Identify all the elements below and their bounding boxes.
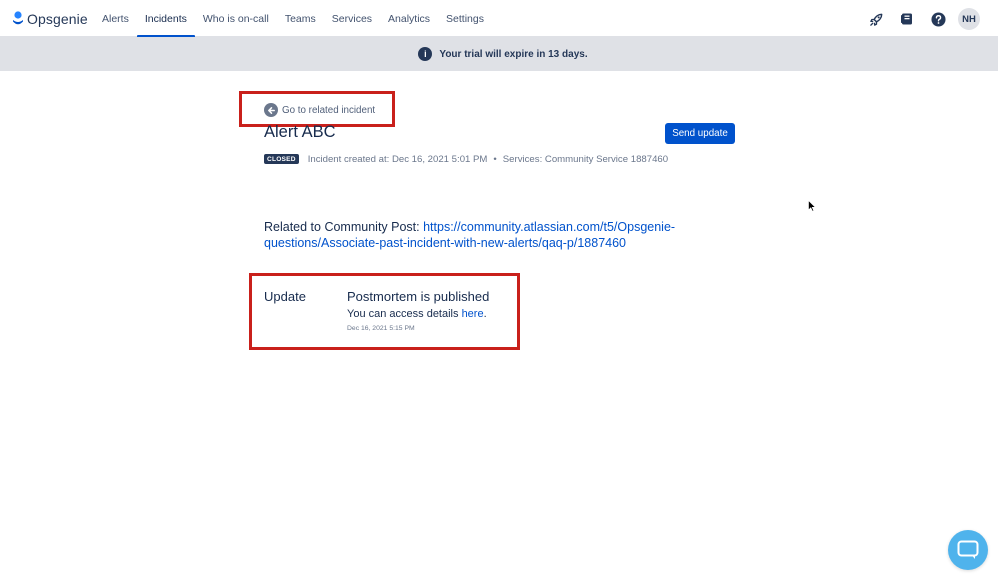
incident-meta: CLOSED Incident created at: Dec 16, 2021… xyxy=(264,153,668,165)
go-to-related-incident-link[interactable]: Go to related incident xyxy=(264,102,375,118)
update-timestamp: Dec 16, 2021 5:15 PM xyxy=(347,325,415,332)
nav-item-settings[interactable]: Settings xyxy=(438,0,492,37)
nav-item-label: Settings xyxy=(446,12,484,25)
incident-description: Related to Community Post: https://commu… xyxy=(264,219,684,251)
meta-separator: • xyxy=(493,153,497,165)
opsgenie-logo-icon xyxy=(13,11,23,25)
arrow-left-icon xyxy=(264,103,278,117)
nav-item-incidents[interactable]: Incidents xyxy=(136,0,195,38)
status-badge: CLOSED xyxy=(264,154,299,164)
nav-item-analytics[interactable]: Analytics xyxy=(380,0,438,37)
related-prefix: Related to Community Post: xyxy=(264,220,424,234)
trial-banner: i Your trial will expire in 13 days. xyxy=(0,37,998,71)
book-icon[interactable] xyxy=(896,8,918,30)
send-update-button[interactable]: Send update xyxy=(665,123,735,144)
chat-widget-button[interactable] xyxy=(948,530,988,570)
incident-title: Alert ABC xyxy=(264,123,336,141)
services-text[interactable]: Services: Community Service 1887460 xyxy=(503,154,668,165)
update-title: Postmortem is published xyxy=(347,289,490,304)
nav-item-who-is-on-call[interactable]: Who is on-call xyxy=(195,0,277,37)
created-at-text: Incident created at: Dec 16, 2021 5:01 P… xyxy=(307,153,488,165)
nav-item-teams[interactable]: Teams xyxy=(277,0,324,37)
nav-right-actions: NH xyxy=(865,7,980,31)
help-icon[interactable] xyxy=(927,8,949,30)
update-section-label: Update xyxy=(264,289,306,304)
banner-text: Your trial will expire in 13 days. xyxy=(439,48,588,60)
rocket-icon[interactable] xyxy=(865,8,887,30)
nav-item-label: Who is on-call xyxy=(202,12,269,25)
nav-item-label: Analytics xyxy=(388,12,431,25)
opsgenie-logo[interactable]: Opsgenie xyxy=(12,10,88,28)
details-link[interactable]: here xyxy=(462,308,484,320)
update-body: You can access details here. xyxy=(347,308,487,320)
avatar[interactable]: NH xyxy=(958,8,980,30)
nav-item-label: Incidents xyxy=(144,12,187,25)
update-body-suffix: . xyxy=(483,308,487,320)
top-navigation: Opsgenie Alerts Incidents Who is on-call… xyxy=(0,0,998,38)
app-name: Opsgenie xyxy=(27,11,88,27)
nav-item-label: Services xyxy=(331,12,373,25)
back-link-label: Go to related incident xyxy=(282,104,376,116)
info-icon: i xyxy=(418,47,433,61)
update-body-text: You can access details xyxy=(347,308,462,320)
mouse-cursor-icon xyxy=(808,200,816,212)
chat-icon xyxy=(957,540,979,559)
nav-item-label: Teams xyxy=(284,12,316,25)
nav-item-services[interactable]: Services xyxy=(324,0,380,37)
main-nav: Alerts Incidents Who is on-call Teams Se… xyxy=(94,0,492,38)
nav-item-alerts[interactable]: Alerts xyxy=(94,0,137,37)
nav-item-label: Alerts xyxy=(102,12,129,25)
